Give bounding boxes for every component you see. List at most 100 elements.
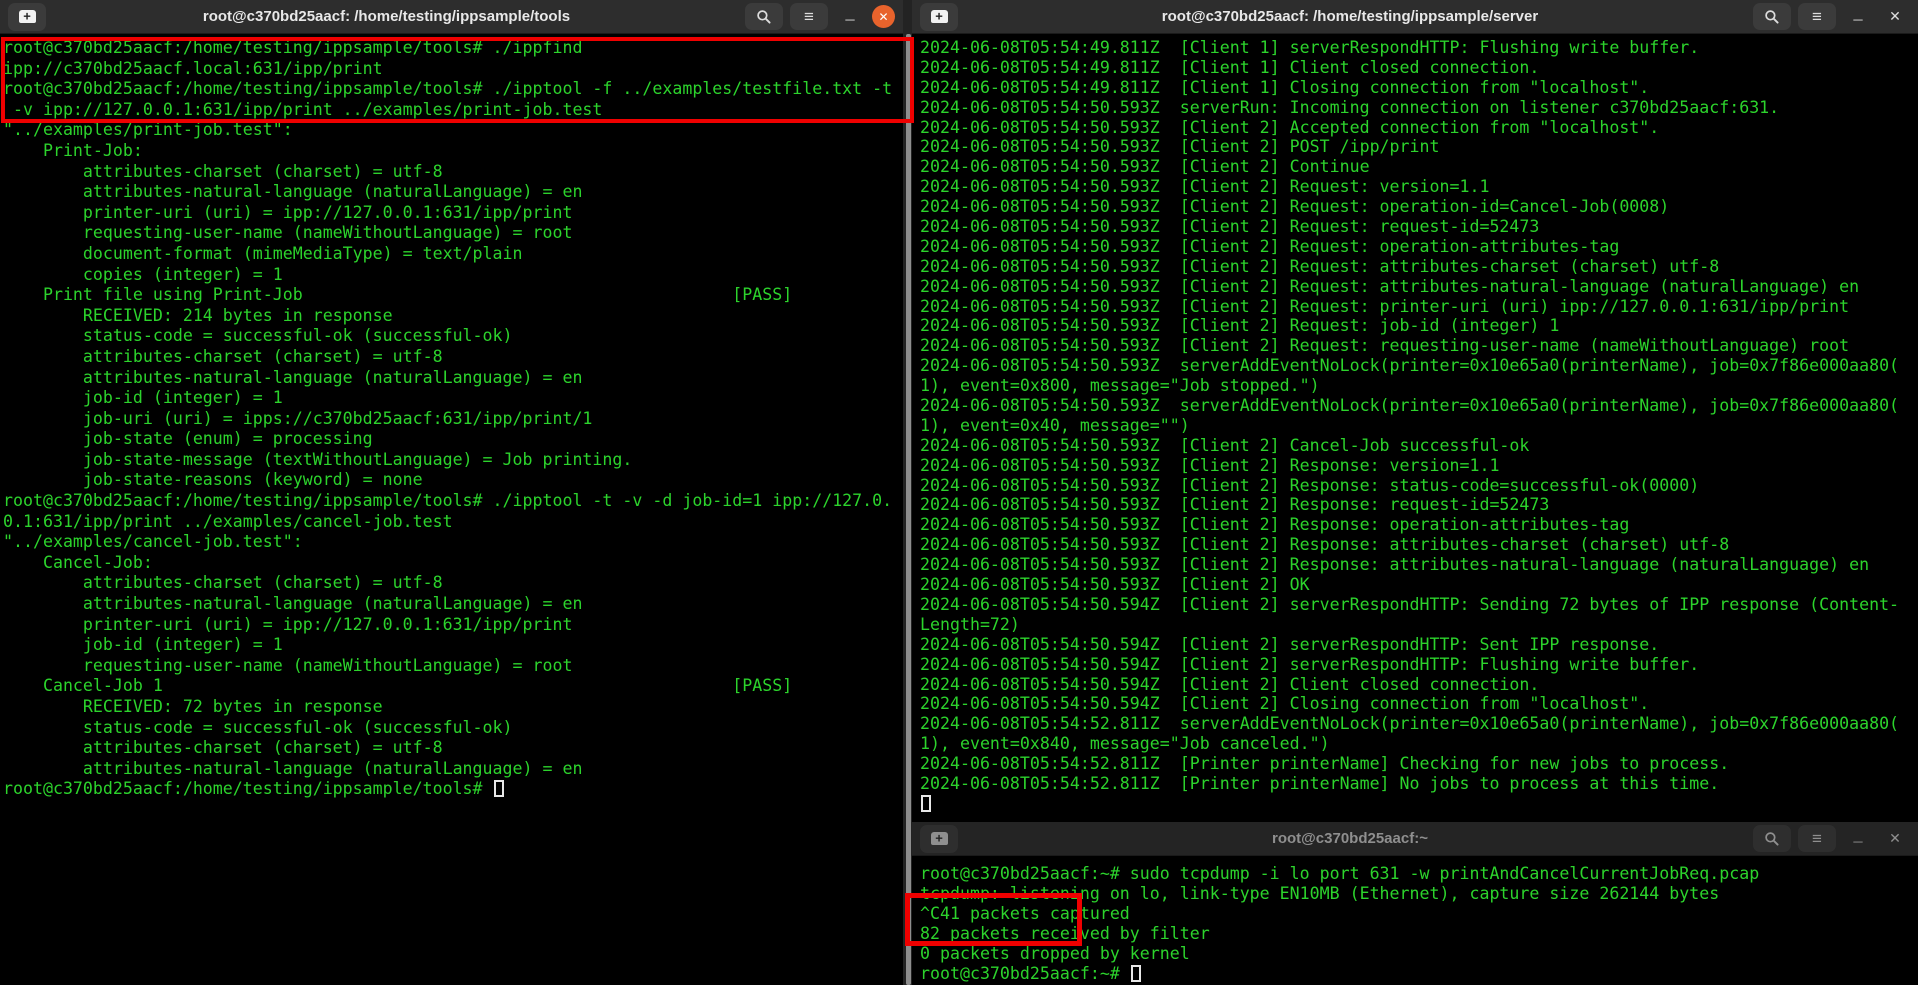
search-button[interactable] <box>1753 3 1791 30</box>
terminal-line: 2024-06-08T05:54:50.593Z serverRun: Inco… <box>920 98 1918 118</box>
terminal-line: 2024-06-08T05:54:50.593Z [Client 2] Requ… <box>920 237 1918 257</box>
terminal-line: 0 packets dropped by kernel <box>920 944 1918 964</box>
terminal-line: requesting-user-name (nameWithoutLanguag… <box>3 223 903 244</box>
close-button[interactable]: ✕ <box>872 5 895 28</box>
terminal-line: root@c370bd25aacf:/home/testing/ippsampl… <box>3 79 903 100</box>
scrollbar-thumb[interactable] <box>906 34 911 985</box>
terminal-line: 2024-06-08T05:54:50.593Z [Client 2] Requ… <box>920 177 1918 197</box>
terminal-line: printer-uri (uri) = ipp://127.0.0.1:631/… <box>3 615 903 636</box>
terminal-line: 2024-06-08T05:54:50.593Z [Client 2] Acce… <box>920 118 1918 138</box>
terminal-line: root@c370bd25aacf:/home/testing/ippsampl… <box>3 38 903 59</box>
menu-button[interactable]: ≡ <box>1798 3 1836 30</box>
terminal-line: attributes-charset (charset) = utf-8 <box>3 162 903 183</box>
terminal-window-tools: + root@c370bd25aacf: /home/testing/ippsa… <box>0 0 903 985</box>
terminal-line: 2024-06-08T05:54:49.811Z [Client 1] Clos… <box>920 78 1918 98</box>
terminal-output-home[interactable]: root@c370bd25aacf:~# sudo tcpdump -i lo … <box>912 856 1918 985</box>
hamburger-menu-icon: ≡ <box>1812 830 1822 847</box>
terminal-line: attributes-natural-language (naturalLang… <box>3 594 903 615</box>
terminal-line: 1), event=0x40, message="") <box>920 416 1918 436</box>
minimize-button[interactable]: ─ <box>835 3 865 30</box>
window-controls: ≡ ─ ✕ <box>1753 3 1910 30</box>
new-tab-button[interactable]: + <box>920 825 958 853</box>
terminal-line: 2024-06-08T05:54:50.593Z [Client 2] Requ… <box>920 277 1918 297</box>
terminal-output-tools[interactable]: root@c370bd25aacf:/home/testing/ippsampl… <box>0 34 903 985</box>
window-title: root@c370bd25aacf:~ <box>972 830 1728 847</box>
terminal-line: 2024-06-08T05:54:50.593Z [Client 2] Cont… <box>920 157 1918 177</box>
terminal-line: 0.1:631/ipp/print ../examples/cancel-job… <box>3 512 903 533</box>
terminal-line: attributes-charset (charset) = utf-8 <box>3 347 903 368</box>
terminal-line: Print-Job: <box>3 141 903 162</box>
title-bar-server: + root@c370bd25aacf: /home/testing/ippsa… <box>912 0 1918 34</box>
window-title: root@c370bd25aacf: /home/testing/ippsamp… <box>972 8 1728 25</box>
terminal-line: RECEIVED: 72 bytes in response <box>3 697 903 718</box>
minimize-button[interactable]: ─ <box>1843 825 1873 852</box>
terminal-line: Length=72) <box>920 615 1918 635</box>
hamburger-menu-icon: ≡ <box>804 8 814 25</box>
minimize-icon: ─ <box>1853 12 1862 27</box>
terminal-line: 2024-06-08T05:54:50.593Z [Client 2] Requ… <box>920 217 1918 237</box>
new-tab-icon: + <box>19 10 36 23</box>
new-tab-button[interactable]: + <box>8 3 46 31</box>
terminal-line: attributes-natural-language (naturalLang… <box>3 182 903 203</box>
terminal-line: 2024-06-08T05:54:50.594Z [Client 2] serv… <box>920 655 1918 675</box>
terminal-line: root@c370bd25aacf:~# <box>920 964 1918 984</box>
terminal-line: document-format (mimeMediaType) = text/p… <box>3 244 903 265</box>
terminal-line: 2024-06-08T05:54:52.811Z serverAddEventN… <box>920 714 1918 734</box>
search-icon <box>1764 831 1780 847</box>
desktop: + root@c370bd25aacf: /home/testing/ippsa… <box>0 0 1918 985</box>
terminal-line: Cancel-Job 1 [PASS] <box>3 676 903 697</box>
terminal-output-server[interactable]: 2024-06-08T05:54:49.811Z [Client 1] serv… <box>912 34 1918 822</box>
terminal-line: status-code = successful-ok (successful-… <box>3 718 903 739</box>
window-divider <box>903 0 912 985</box>
terminal-cursor <box>921 795 931 812</box>
terminal-line: 2024-06-08T05:54:50.593Z [Client 2] Requ… <box>920 336 1918 356</box>
terminal-line: root@c370bd25aacf:~# sudo tcpdump -i lo … <box>920 864 1918 884</box>
window-title: root@c370bd25aacf: /home/testing/ippsamp… <box>60 8 713 25</box>
terminal-line: attributes-charset (charset) = utf-8 <box>3 573 903 594</box>
terminal-line: 1), event=0x840, message="Job canceled."… <box>920 734 1918 754</box>
terminal-line: 2024-06-08T05:54:50.594Z [Client 2] serv… <box>920 595 1918 615</box>
window-controls: ≡ ─ ✕ <box>1753 825 1910 852</box>
window-controls: ≡ ─ ✕ <box>745 3 895 30</box>
menu-button[interactable]: ≡ <box>790 3 828 30</box>
terminal-line: copies (integer) = 1 <box>3 265 903 286</box>
hamburger-menu-icon: ≡ <box>1812 8 1822 25</box>
close-button[interactable]: ✕ <box>1880 825 1910 852</box>
terminal-line: attributes-natural-language (naturalLang… <box>3 759 903 780</box>
terminal-line: Print file using Print-Job [PASS] <box>3 285 903 306</box>
terminal-line: "../examples/cancel-job.test": <box>3 532 903 553</box>
terminal-line: 2024-06-08T05:54:50.593Z [Client 2] OK <box>920 575 1918 595</box>
minimize-button[interactable]: ─ <box>1843 3 1873 30</box>
terminal-line: "../examples/print-job.test": <box>3 120 903 141</box>
menu-button[interactable]: ≡ <box>1798 825 1836 852</box>
terminal-line: attributes-natural-language (naturalLang… <box>3 368 903 389</box>
search-button[interactable] <box>745 3 783 30</box>
terminal-line: 2024-06-08T05:54:50.594Z [Client 2] Clie… <box>920 675 1918 695</box>
close-icon: ✕ <box>1889 830 1901 847</box>
minimize-icon: ─ <box>1853 834 1862 849</box>
terminal-line: 2024-06-08T05:54:50.593Z serverAddEventN… <box>920 356 1918 376</box>
terminal-line: requesting-user-name (nameWithoutLanguag… <box>3 656 903 677</box>
close-icon: ✕ <box>878 10 888 24</box>
terminal-line <box>920 794 1918 814</box>
terminal-line: 2024-06-08T05:54:50.593Z [Client 2] Resp… <box>920 495 1918 515</box>
terminal-line: 2024-06-08T05:54:50.593Z [Client 2] Requ… <box>920 197 1918 217</box>
terminal-line: root@c370bd25aacf:/home/testing/ippsampl… <box>3 491 903 512</box>
terminal-line: status-code = successful-ok (successful-… <box>3 326 903 347</box>
terminal-line: 2024-06-08T05:54:50.593Z [Client 2] Resp… <box>920 456 1918 476</box>
terminal-line: 2024-06-08T05:54:49.811Z [Client 1] serv… <box>920 38 1918 58</box>
terminal-line: tcpdump: listening on lo, link-type EN10… <box>920 884 1918 904</box>
terminal-line: root@c370bd25aacf:/home/testing/ippsampl… <box>3 779 903 800</box>
terminal-line: RECEIVED: 214 bytes in response <box>3 306 903 327</box>
terminal-window-server: + root@c370bd25aacf: /home/testing/ippsa… <box>912 0 1918 822</box>
new-tab-button[interactable]: + <box>920 3 958 31</box>
terminal-line: 2024-06-08T05:54:50.594Z [Client 2] serv… <box>920 635 1918 655</box>
terminal-line: printer-uri (uri) = ipp://127.0.0.1:631/… <box>3 203 903 224</box>
terminal-line: 2024-06-08T05:54:49.811Z [Client 1] Clie… <box>920 58 1918 78</box>
close-icon: ✕ <box>1889 8 1901 25</box>
terminal-line: 2024-06-08T05:54:50.593Z [Client 2] Requ… <box>920 257 1918 277</box>
terminal-line: 2024-06-08T05:54:50.593Z [Client 2] Resp… <box>920 555 1918 575</box>
search-button[interactable] <box>1753 825 1791 852</box>
new-tab-icon: + <box>931 10 948 23</box>
close-button[interactable]: ✕ <box>1880 3 1910 30</box>
